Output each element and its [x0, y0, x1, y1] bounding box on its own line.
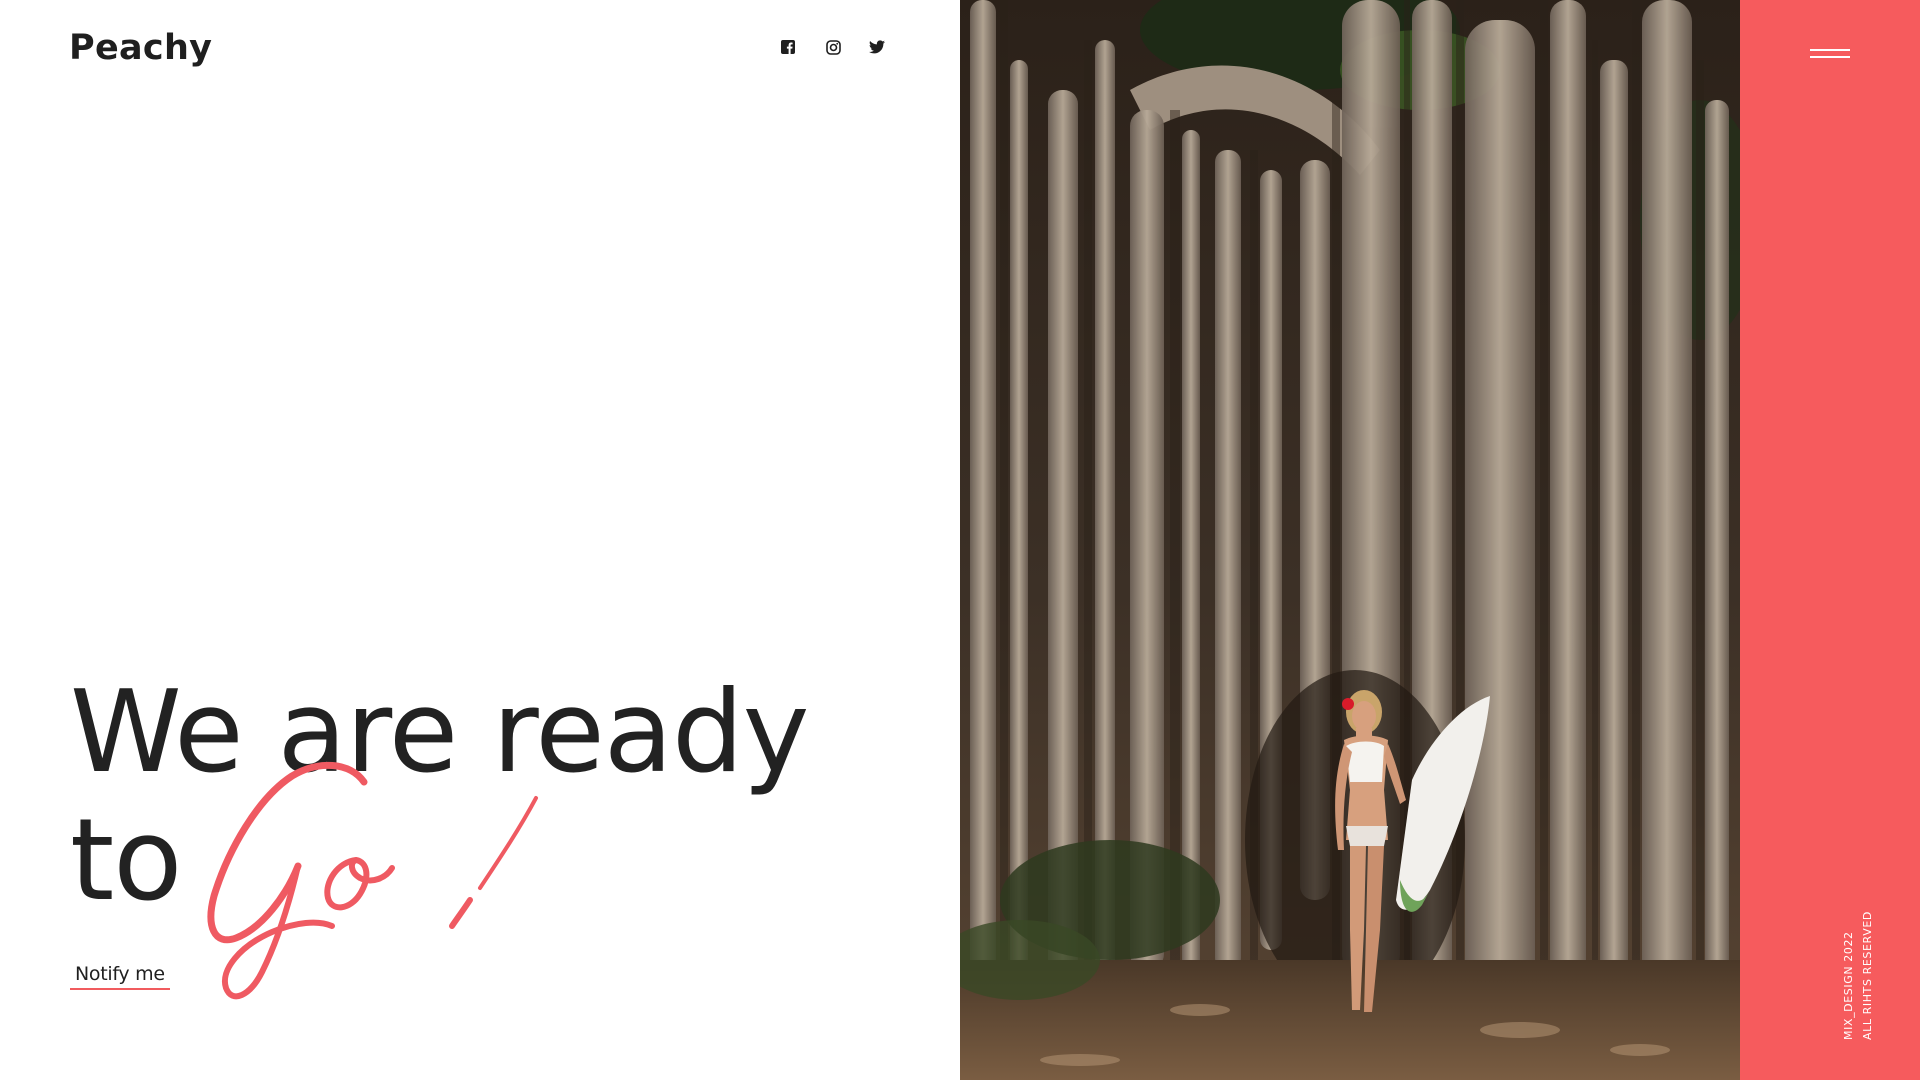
- landing-page: Peachy We are ready to Notify me MIX_DES…: [0, 0, 1920, 1080]
- twitter-icon: [869, 40, 885, 54]
- hero-photo: [960, 0, 1740, 1080]
- facebook-icon: [781, 40, 795, 54]
- banyan-tree-surfer-image: [960, 0, 1740, 1080]
- notify-me-button[interactable]: Notify me: [70, 963, 170, 990]
- menu-bar-top: [1810, 49, 1850, 51]
- brand-logo[interactable]: Peachy: [69, 28, 212, 68]
- facebook-link[interactable]: [777, 36, 799, 58]
- content-panel: Peachy We are ready to Notify me: [0, 0, 960, 1080]
- side-panel: MIX_DESIGN 2022 ALL RIHTS RESERVED: [1740, 0, 1920, 1080]
- hamburger-menu-icon[interactable]: [1810, 46, 1852, 62]
- twitter-link[interactable]: [866, 36, 888, 58]
- instagram-link[interactable]: [822, 36, 844, 58]
- script-go-lettering: [207, 761, 538, 1000]
- instagram-icon: [825, 39, 841, 55]
- copyright-text: MIX_DESIGN 2022 ALL RIHTS RESERVED: [1839, 911, 1877, 1040]
- menu-bar-bottom: [1810, 56, 1850, 58]
- copyright-line-2: ALL RIHTS RESERVED: [1861, 911, 1874, 1040]
- copyright-line-1: MIX_DESIGN 2022: [1842, 931, 1855, 1040]
